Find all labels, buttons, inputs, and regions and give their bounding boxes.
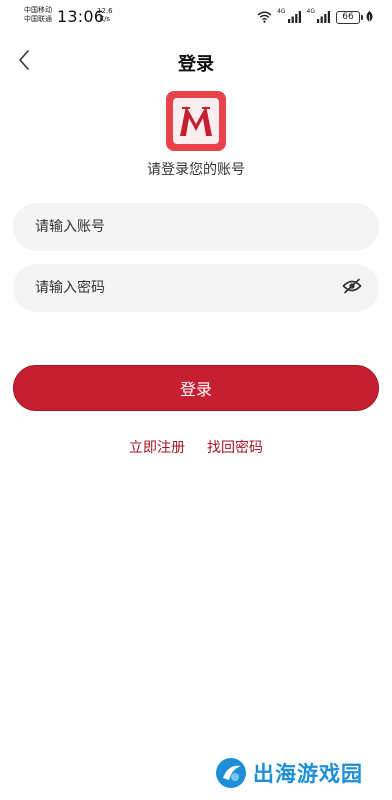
logo-m-mark <box>173 98 219 144</box>
carrier-2: 中国联通 <box>24 15 52 23</box>
signal-icon <box>317 8 331 27</box>
login-button[interactable]: 登录 <box>13 365 379 411</box>
watermark: 出海游戏园 <box>214 756 363 790</box>
auth-links: 立即注册 找回密码 <box>0 437 392 457</box>
watermark-logo-icon <box>214 756 248 790</box>
account-field <box>13 203 379 251</box>
login-screen: 中国移动 中国联通 13:06 12.6 K/s 4G 4G 66 登录 请登录… <box>0 0 392 800</box>
watermark-text: 出海游戏园 <box>253 762 363 786</box>
signal-icon <box>287 8 302 27</box>
speed-unit: K/s <box>99 15 111 23</box>
app-logo <box>166 91 226 151</box>
register-link[interactable]: 立即注册 <box>129 437 185 457</box>
account-input[interactable] <box>35 219 357 235</box>
speed-value: 12.6 <box>97 7 113 15</box>
battery-icon: 66 <box>336 11 363 24</box>
password-visibility-toggle[interactable] <box>341 277 363 299</box>
carrier-labels: 中国移动 中国联通 <box>24 6 52 24</box>
network-type-label-1: 4G <box>277 8 286 15</box>
page-title: 登录 <box>178 54 214 75</box>
wifi-icon <box>257 8 272 27</box>
system-icons: 4G 4G 66 <box>257 8 374 27</box>
eye-off-icon <box>342 278 362 298</box>
network-type-label-2: 4G <box>306 8 315 15</box>
carrier-1: 中国移动 <box>24 6 52 14</box>
leaf-icon <box>365 8 374 27</box>
status-bar: 中国移动 中国联通 13:06 12.6 K/s 4G 4G 66 <box>0 0 392 34</box>
network-speed: 12.6 K/s <box>97 7 113 23</box>
login-prompt: 请登录您的账号 <box>147 162 245 178</box>
password-field <box>13 264 379 312</box>
password-input[interactable] <box>35 280 341 296</box>
recover-password-link[interactable]: 找回密码 <box>207 437 263 457</box>
